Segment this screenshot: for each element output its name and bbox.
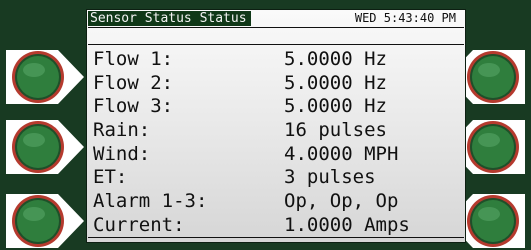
list-item: ET: 3 pulses [93,166,461,190]
sensor-label: Alarm 1-3: [93,190,208,213]
left-softkey-3[interactable] [0,192,86,250]
sensor-value: 5.0000 Hz [284,95,387,118]
sensor-label: Flow 2: [93,71,174,94]
list-item: Flow 2: 5.0000 Hz [93,72,461,96]
header-divider [88,27,464,28]
sensor-value: 4.0000 MPH [284,142,399,165]
sensor-value: 5.0000 Hz [284,71,387,94]
left-softkey-3-icon [6,194,84,248]
list-item: Rain: 16 pulses [93,119,461,143]
list-item: Flow 3: 5.0000 Hz [93,95,461,119]
sensor-value: 16 pulses [284,119,387,142]
sensor-value: 1.0000 Amps [284,213,410,236]
status-header: Sensor Status Status WED 5:43:40 PM [88,11,464,28]
sensor-label: ET: [93,166,128,189]
top-divider [88,44,464,45]
sensor-value: Op, Op, Op [284,190,399,213]
sensor-value: 3 pulses [284,166,376,189]
screen-title: Sensor Status Status [88,11,251,26]
sensor-value: 5.0000 Hz [284,48,387,70]
sensor-label: Flow 3: [93,95,174,118]
left-softkey-1-icon [6,50,84,104]
list-item: Alarm 1-3: Op, Op, Op [93,190,461,214]
sensor-label: Rain: [93,119,151,142]
sensor-label: Flow 1: [93,48,174,70]
bottom-divider [88,237,464,238]
lcd-screen: Sensor Status Status WED 5:43:40 PM Flow… [86,9,466,243]
sensor-list: Flow 1: 5.0000 Hz Flow 2: 5.0000 Hz Flow… [93,48,461,238]
list-item: Current: 1.0000 Amps [93,214,461,238]
left-softkey-1[interactable] [0,48,86,106]
list-item: Flow 1: 5.0000 Hz [93,48,461,72]
left-softkey-2-icon [6,120,84,174]
left-softkey-2[interactable] [0,118,86,176]
sensor-label: Wind: [93,142,151,165]
datetime-readout: WED 5:43:40 PM [354,11,456,25]
sensor-label: Current: [93,213,185,236]
list-item: Wind: 4.0000 MPH [93,143,461,167]
